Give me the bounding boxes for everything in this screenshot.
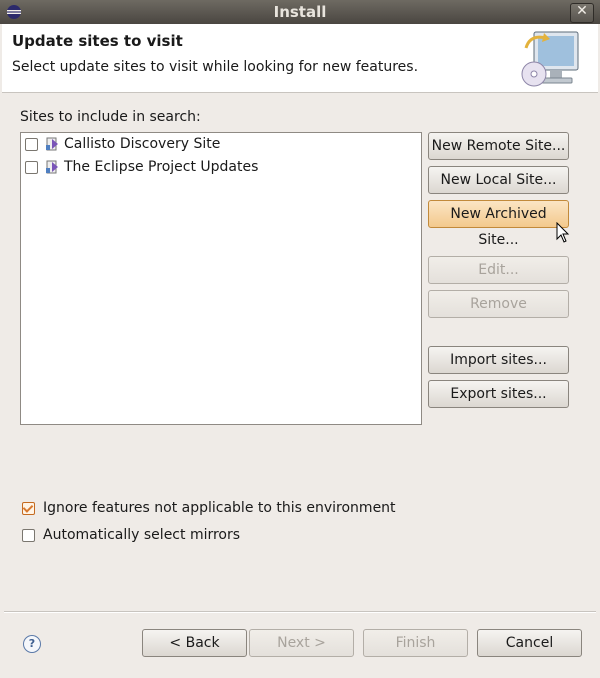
site-name: The Eclipse Project Updates bbox=[64, 159, 259, 175]
title-bar: Install ✕ bbox=[0, 0, 600, 24]
auto-mirrors-label: Automatically select mirrors bbox=[43, 527, 241, 543]
update-site-icon bbox=[46, 160, 58, 174]
export-sites-button[interactable]: Export sites... bbox=[428, 380, 569, 408]
help-icon[interactable]: ? bbox=[23, 635, 41, 653]
sites-label-text: Sites to include in search: bbox=[20, 109, 201, 125]
new-local-site-button[interactable]: New Local Site... bbox=[428, 166, 569, 194]
close-button[interactable]: ✕ bbox=[570, 3, 594, 23]
close-icon: ✕ bbox=[576, 3, 588, 19]
auto-mirrors-option[interactable]: Automatically select mirrors bbox=[22, 527, 240, 543]
page-title: Update sites to visit bbox=[12, 32, 183, 50]
finish-button[interactable]: Finish bbox=[363, 629, 468, 657]
auto-mirrors-checkbox[interactable] bbox=[22, 528, 35, 542]
ignore-features-label: Ignore features not applicable to this e… bbox=[43, 500, 396, 516]
page-description: Select update sites to visit while looki… bbox=[12, 59, 419, 75]
wizard-header: Update sites to visit Select update site… bbox=[2, 24, 598, 93]
cancel-button[interactable]: Cancel bbox=[477, 629, 582, 657]
import-sites-button[interactable]: Import sites... bbox=[428, 346, 569, 374]
mouse-cursor-icon bbox=[556, 222, 570, 243]
sites-list[interactable]: Callisto Discovery Site The Eclipse Proj… bbox=[20, 132, 422, 425]
next-button[interactable]: Next > bbox=[249, 629, 354, 657]
ignore-features-option[interactable]: Ignore features not applicable to this e… bbox=[22, 500, 396, 516]
list-item[interactable]: Callisto Discovery Site bbox=[25, 133, 220, 155]
site-checkbox[interactable] bbox=[25, 160, 38, 174]
back-button[interactable]: < Back bbox=[142, 629, 247, 657]
update-site-icon bbox=[46, 137, 58, 151]
sites-label: SSites to include in search: bbox=[20, 109, 201, 125]
new-remote-site-button[interactable]: New Remote Site... bbox=[428, 132, 569, 160]
window-title: Install bbox=[273, 3, 327, 21]
footer-separator bbox=[4, 611, 596, 613]
new-archived-site-button[interactable]: New Archived Site... bbox=[428, 200, 569, 248]
site-checkbox[interactable] bbox=[25, 137, 38, 151]
ignore-features-checkbox[interactable] bbox=[22, 501, 35, 515]
remove-button[interactable]: Remove bbox=[428, 290, 569, 318]
edit-button[interactable]: Edit... bbox=[428, 256, 569, 284]
list-item[interactable]: The Eclipse Project Updates bbox=[25, 156, 258, 178]
site-name: Callisto Discovery Site bbox=[64, 136, 221, 152]
install-computer-icon bbox=[521, 31, 579, 87]
